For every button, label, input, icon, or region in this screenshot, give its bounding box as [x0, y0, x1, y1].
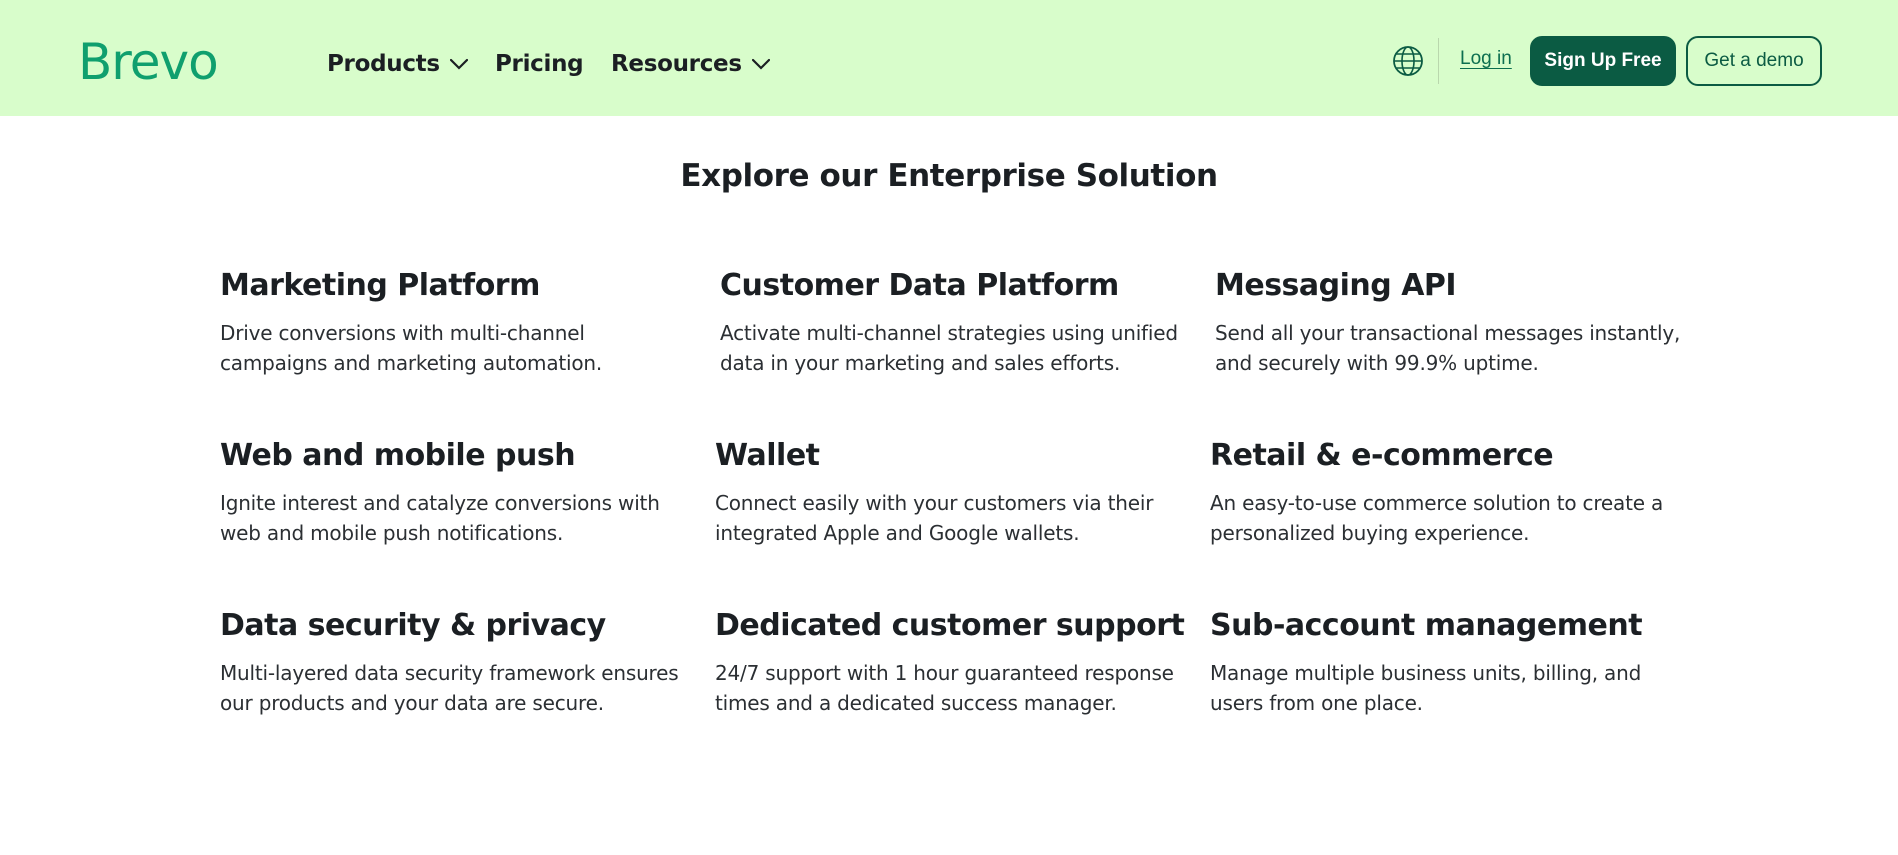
- nav-item-label: Pricing: [495, 51, 584, 77]
- feature-card-wallet[interactable]: Wallet Connect easily with your customer…: [715, 438, 1185, 548]
- feature-card-sub-account[interactable]: Sub-account management Manage multiple b…: [1210, 608, 1680, 718]
- feature-description: Send all your transactional messages ins…: [1215, 321, 1681, 375]
- feature-card-web-mobile-push[interactable]: Web and mobile push Ignite interest and …: [220, 438, 690, 548]
- main-nav: Products Pricing Resources: [327, 46, 771, 82]
- feature-card-retail-ecommerce[interactable]: Retail & e-commerce An easy-to-use comme…: [1210, 438, 1680, 548]
- feature-description: 24/7 support with 1 hour guaranteed resp…: [715, 661, 1174, 715]
- feature-card-marketing-platform[interactable]: Marketing Platform Drive conversions wit…: [220, 268, 690, 378]
- feature-card-data-security[interactable]: Data security & privacy Multi-layered da…: [220, 608, 690, 718]
- feature-title: Dedicated customer support: [715, 608, 1185, 643]
- nav-item-products[interactable]: Products: [327, 46, 495, 82]
- feature-description: Drive conversions with multi-channel cam…: [220, 321, 603, 375]
- page-title: Explore our Enterprise Solution: [680, 158, 1218, 194]
- feature-description: Connect easily with your customers via t…: [715, 491, 1154, 545]
- feature-card-customer-support[interactable]: Dedicated customer support 24/7 support …: [715, 608, 1185, 718]
- chevron-down-icon: [449, 58, 468, 70]
- nav-item-pricing[interactable]: Pricing: [495, 46, 611, 82]
- feature-title: Messaging API: [1215, 268, 1457, 303]
- feature-description: Multi-layered data security framework en…: [220, 661, 679, 715]
- brevo-logo[interactable]: Brevo: [78, 32, 219, 92]
- chevron-down-icon: [751, 58, 770, 70]
- feature-title: Data security & privacy: [220, 608, 606, 643]
- feature-title: Sub-account management: [1210, 608, 1643, 643]
- top-navigation-bar: Brevo Products Pricing Resources Log in …: [0, 0, 1898, 116]
- feature-title: Web and mobile push: [220, 438, 576, 473]
- feature-title: Retail & e-commerce: [1210, 438, 1554, 473]
- nav-item-resources[interactable]: Resources: [611, 46, 771, 82]
- feature-description: Activate multi-channel strategies using …: [720, 321, 1178, 375]
- feature-title: Wallet: [715, 438, 820, 473]
- feature-card-customer-data-platform[interactable]: Customer Data Platform Activate multi-ch…: [720, 268, 1190, 378]
- nav-item-label: Products: [327, 51, 440, 77]
- login-link[interactable]: Log in: [1460, 48, 1512, 76]
- feature-description: Manage multiple business units, billing,…: [1210, 661, 1642, 715]
- feature-title: Customer Data Platform: [720, 268, 1119, 303]
- globe-icon[interactable]: [1392, 45, 1424, 77]
- sign-up-button[interactable]: Sign Up Free: [1530, 36, 1676, 86]
- get-demo-button[interactable]: Get a demo: [1686, 36, 1822, 86]
- feature-description: An easy-to-use commerce solution to crea…: [1210, 491, 1664, 545]
- feature-card-messaging-api[interactable]: Messaging API Send all your transactiona…: [1215, 268, 1685, 378]
- feature-description: Ignite interest and catalyze conversions…: [220, 491, 660, 545]
- nav-item-label: Resources: [611, 51, 742, 77]
- feature-title: Marketing Platform: [220, 268, 540, 303]
- header-divider: [1438, 38, 1439, 84]
